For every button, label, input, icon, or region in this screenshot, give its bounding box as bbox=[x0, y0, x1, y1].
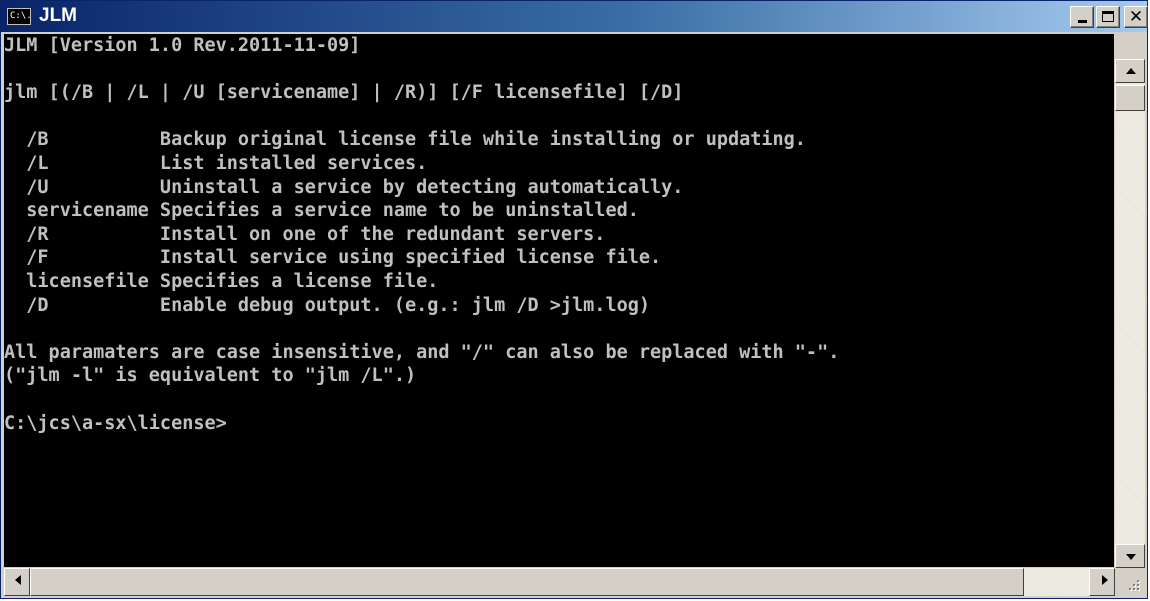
console-window: C:\. JLM ✕ JLM [Version 1.0 Rev.2011-11-… bbox=[0, 0, 1148, 599]
arrow-down-icon bbox=[1126, 554, 1136, 560]
scroll-left-button[interactable] bbox=[4, 568, 30, 596]
console-line: JLM [Version 1.0 Rev.2011-11-09] bbox=[4, 35, 361, 56]
console-text: JLM [Version 1.0 Rev.2011-11-09] jlm [(/B… bbox=[4, 34, 1114, 435]
console-line: /D Enable debug output. (e.g.: jlm /D >j… bbox=[4, 294, 651, 316]
console-line: /R Install on one of the redundant serve… bbox=[4, 223, 606, 245]
command-prompt[interactable]: C:\jcs\a-sx\license> bbox=[4, 412, 1114, 436]
console-line: servicename Specifies a service name to … bbox=[4, 200, 639, 222]
console-line: ("jlm -l" is equivalent to "jlm /L".) bbox=[4, 365, 417, 387]
console-output[interactable]: JLM [Version 1.0 Rev.2011-11-09] jlm [(/B… bbox=[4, 34, 1114, 567]
arrow-right-icon bbox=[1102, 575, 1108, 585]
scroll-down-button[interactable] bbox=[1115, 544, 1145, 568]
minimize-button[interactable] bbox=[1070, 6, 1094, 28]
horizontal-scroll-thumb[interactable] bbox=[30, 568, 1024, 596]
close-icon: ✕ bbox=[1128, 7, 1144, 27]
maximize-button[interactable] bbox=[1096, 6, 1120, 28]
vertical-scroll-thumb[interactable] bbox=[1115, 85, 1145, 111]
console-line: All paramaters are case insensitive, and… bbox=[4, 341, 840, 363]
minimize-icon bbox=[1078, 20, 1087, 23]
console-line: licensefile Specifies a license file. bbox=[4, 270, 439, 292]
horizontal-scrollbar[interactable] bbox=[4, 568, 1115, 596]
console-line: /F Install service using specified licen… bbox=[4, 247, 662, 269]
arrow-up-icon bbox=[1126, 68, 1136, 74]
title-bar[interactable]: C:\. JLM ✕ bbox=[1, 1, 1148, 32]
console-window-icon[interactable]: C:\. bbox=[7, 8, 32, 25]
console-line: /U Uninstall a service by detecting auto… bbox=[4, 176, 684, 198]
console-line: jlm [(/B | /L | /U [servicename] | /R)] … bbox=[4, 82, 684, 104]
maximize-icon bbox=[1102, 11, 1114, 22]
scroll-right-button[interactable] bbox=[1089, 568, 1115, 596]
arrow-left-icon bbox=[15, 575, 21, 585]
scroll-up-button[interactable] bbox=[1115, 59, 1145, 83]
console-line: /L List installed services. bbox=[4, 152, 428, 174]
resize-grip-icon[interactable] bbox=[1115, 568, 1145, 596]
vertical-scrollbar[interactable] bbox=[1115, 59, 1145, 568]
console-line: /B Backup original license file while in… bbox=[4, 129, 806, 151]
close-button[interactable]: ✕ bbox=[1124, 6, 1148, 28]
window-title: JLM bbox=[39, 5, 77, 26]
